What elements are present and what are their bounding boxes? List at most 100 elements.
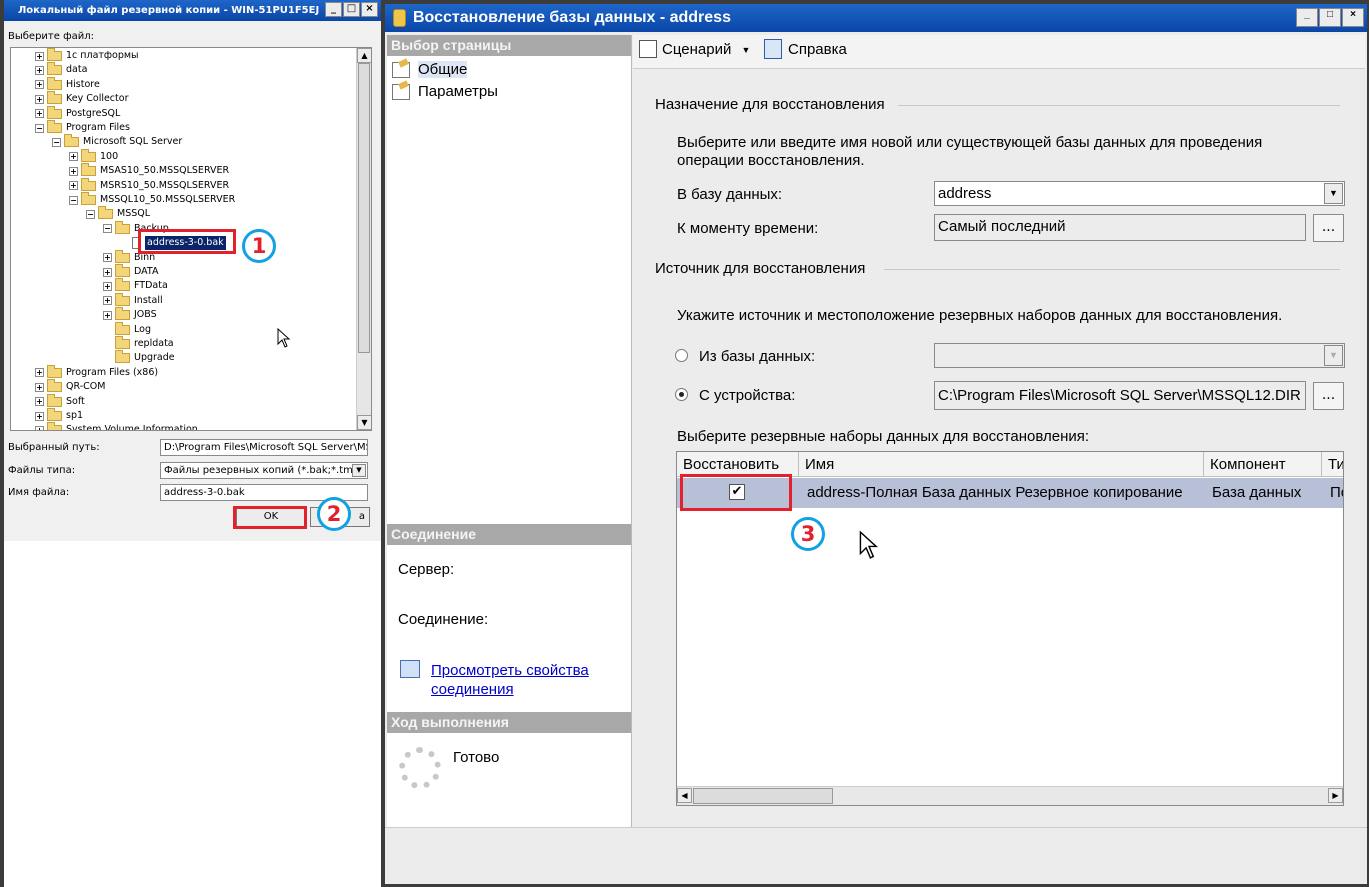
connection-title: Соединение <box>387 524 631 545</box>
tree-node[interactable]: + FTData <box>103 278 168 293</box>
scroll-down-arrow-icon[interactable]: ▼ <box>357 415 371 430</box>
tree-node[interactable]: − MSSQL10_50.MSSQLSERVER <box>69 192 235 207</box>
minimize-button[interactable]: _ <box>325 2 342 17</box>
expand-icon[interactable]: + <box>35 80 44 90</box>
expand-icon[interactable]: + <box>35 109 44 119</box>
selected-path-input[interactable]: D:\Program Files\Microsoft SQL Server\MS… <box>160 439 368 456</box>
script-button[interactable]: Сценарий ▼ <box>662 41 750 58</box>
grid-header-type[interactable]: Ти <box>1322 452 1343 477</box>
view-connection-link[interactable]: Просмотреть свойства соединения <box>431 661 589 699</box>
tree-node[interactable]: + DATA <box>103 264 159 279</box>
folder-icon <box>81 192 96 205</box>
expand-icon[interactable]: + <box>103 296 112 306</box>
expand-icon[interactable]: + <box>35 411 44 421</box>
chevron-down-icon[interactable]: ▼ <box>742 45 751 55</box>
grid-header-component[interactable]: Компонент <box>1204 452 1322 477</box>
from-device-label[interactable]: С устройства: <box>699 387 795 404</box>
backup-file-dialog: Локальный файл резервной копии - WIN-51P… <box>4 0 381 541</box>
expand-icon[interactable]: + <box>69 166 78 176</box>
folder-icon <box>115 292 130 306</box>
dialog-title: Локальный файл резервной копии - WIN-51P… <box>18 5 320 16</box>
from-device-browse-button[interactable]: ... <box>1313 382 1344 410</box>
tree-node[interactable]: − Program Files <box>35 120 130 135</box>
collapse-icon[interactable]: − <box>35 123 44 133</box>
tree-node[interactable]: + Install <box>103 292 163 308</box>
expand-icon[interactable]: + <box>35 425 44 430</box>
to-time-browse-button[interactable]: ... <box>1313 214 1344 242</box>
tree-node-label: Install <box>134 294 163 306</box>
tree-node[interactable]: repldata <box>103 336 174 351</box>
tree-scrollbar[interactable]: ▲ ▼ <box>356 48 371 430</box>
from-database-radio[interactable] <box>675 349 688 362</box>
tree-node[interactable]: +100 <box>69 148 118 164</box>
row-component: База данных <box>1212 484 1302 501</box>
from-device-radio[interactable] <box>675 388 688 401</box>
tree-node[interactable]: + sp1 <box>35 408 83 423</box>
scroll-up-arrow-icon[interactable]: ▲ <box>357 48 371 63</box>
from-database-combobox: ▼ <box>934 343 1345 368</box>
scroll-right-arrow-icon[interactable]: ▶ <box>1328 788 1343 803</box>
collapse-icon[interactable]: − <box>103 224 112 234</box>
expand-icon[interactable]: + <box>35 94 44 104</box>
tree-node[interactable]: + data <box>35 62 87 77</box>
expand-icon[interactable]: + <box>69 181 78 191</box>
tree-node[interactable]: + System Volume Information <box>35 422 198 430</box>
page-general[interactable]: Общие <box>392 61 468 78</box>
tree-node[interactable]: + Soft <box>35 393 85 409</box>
tree-node[interactable]: + Histore <box>35 76 100 92</box>
select-page-title: Выбор страницы <box>387 35 631 56</box>
collapse-icon[interactable]: − <box>52 137 61 147</box>
chevron-down-icon[interactable]: ▼ <box>1324 183 1343 204</box>
maximize-button[interactable]: □ <box>343 2 360 17</box>
expand-icon[interactable]: + <box>35 382 44 392</box>
maximize-button[interactable]: □ <box>1319 8 1341 27</box>
expand-icon[interactable]: + <box>103 281 112 291</box>
tree-node-label: DATA <box>134 266 159 277</box>
annotation-box-file <box>138 229 236 254</box>
chevron-down-icon[interactable]: ▼ <box>352 464 366 477</box>
folder-icon <box>47 48 62 61</box>
grid-horizontal-scrollbar[interactable]: ◀ ▶ <box>677 786 1343 805</box>
tree-node[interactable]: Log <box>103 321 151 337</box>
close-button[interactable]: × <box>361 2 378 17</box>
grid-header-name[interactable]: Имя <box>799 452 1204 477</box>
tree-node[interactable]: + MSAS10_50.MSSQLSERVER <box>69 163 229 178</box>
tree-node[interactable]: − Microsoft SQL Server <box>52 134 182 149</box>
tree-node[interactable]: Upgrade <box>103 350 175 365</box>
expand-icon[interactable]: + <box>35 51 44 61</box>
expand-icon[interactable]: + <box>35 397 44 407</box>
scroll-thumb[interactable] <box>693 788 833 804</box>
file-type-select[interactable]: Файлы резервных копий (*.bak;*.tm) ▼ <box>160 462 368 479</box>
folder-icon <box>81 163 96 177</box>
scroll-thumb[interactable] <box>358 63 370 353</box>
tree-node[interactable]: + QR-COM <box>35 379 105 394</box>
tree-node[interactable]: + MSRS10_50.MSSQLSERVER <box>69 177 229 193</box>
collapse-icon[interactable]: − <box>69 195 78 205</box>
scroll-left-arrow-icon[interactable]: ◀ <box>677 788 692 803</box>
dialog-titlebar[interactable]: Локальный файл резервной копии - WIN-51P… <box>4 0 381 21</box>
page-options[interactable]: Параметры <box>392 83 498 100</box>
to-time-label: К моменту времени: <box>677 220 819 237</box>
expand-icon[interactable]: + <box>69 152 78 162</box>
collapse-icon[interactable]: − <box>86 209 95 219</box>
tree-node[interactable]: + JOBS <box>103 307 157 322</box>
page-options-label: Параметры <box>418 83 498 100</box>
tree-node[interactable]: + Program Files (x86) <box>35 364 158 380</box>
help-button[interactable]: Справка <box>788 41 847 58</box>
expand-icon[interactable]: + <box>35 368 44 378</box>
restore-titlebar[interactable]: Восстановление базы данных - address _ □… <box>385 4 1367 32</box>
tree-node[interactable]: + Key Collector <box>35 91 128 106</box>
connection-properties-icon <box>400 660 420 678</box>
expand-icon[interactable]: + <box>35 65 44 75</box>
expand-icon[interactable]: + <box>103 253 112 263</box>
close-button[interactable]: × <box>1342 8 1364 27</box>
expand-icon[interactable]: + <box>103 310 112 320</box>
tree-node[interactable]: +1с платформы <box>35 48 139 63</box>
tree-node[interactable]: + PostgreSQL <box>35 105 120 121</box>
minimize-button[interactable]: _ <box>1296 8 1318 27</box>
from-database-label[interactable]: Из базы данных: <box>699 348 815 365</box>
page-icon <box>392 83 410 100</box>
expand-icon[interactable]: + <box>103 267 112 277</box>
to-database-combobox[interactable]: address ▼ <box>934 181 1345 206</box>
tree-node[interactable]: − MSSQL <box>86 206 150 221</box>
